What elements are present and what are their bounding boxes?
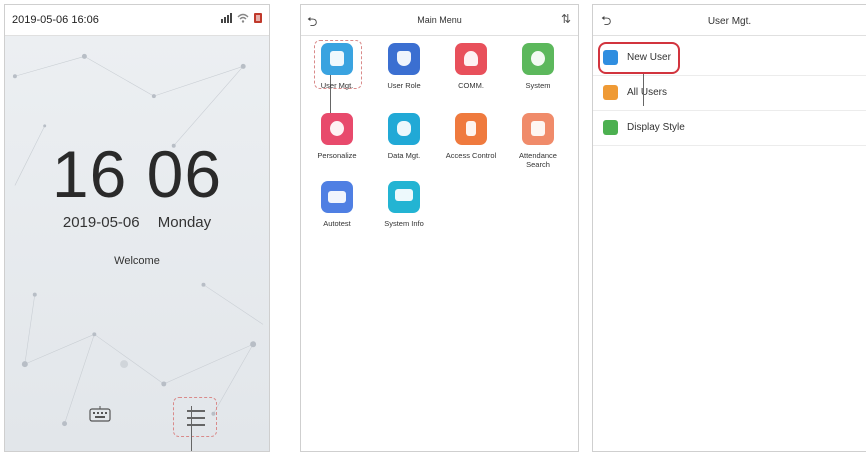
monitor-icon [388, 181, 420, 213]
menu-icon-bar [187, 424, 205, 426]
display-style-icon [603, 120, 618, 135]
date: 2019-05-06 [62, 214, 140, 231]
menu-item-label: System Info [384, 219, 424, 228]
network-pattern [12, 53, 264, 427]
menu-item-user-role[interactable]: User Role [374, 43, 434, 90]
door-icon [455, 113, 487, 145]
user-mgt-header: ⮌ User Mgt. [593, 5, 866, 36]
status-icons [221, 12, 263, 24]
user-role-icon [388, 43, 420, 75]
user-mgt-title: User Mgt. [707, 16, 752, 27]
all-users-icon [603, 85, 618, 100]
menu-item-access-control[interactable]: Access Control [441, 113, 501, 160]
wifi-icon [237, 13, 249, 23]
personalize-icon [321, 113, 353, 145]
menu-icon-bar [187, 417, 205, 419]
pointer-line [643, 74, 644, 106]
welcome-text: Welcome [114, 255, 160, 267]
menu-item-label: User Mgt. [320, 81, 354, 90]
menu-item-attendance-search[interactable]: Attendance Search [508, 113, 568, 169]
menu-item-comm[interactable]: COMM. [441, 43, 501, 90]
menu-item-label: User Role [387, 81, 421, 90]
attendance-search-icon [522, 113, 554, 145]
menu-item-data-mgt[interactable]: Data Mgt. [374, 113, 434, 160]
menu-item-label: Access Control [445, 151, 497, 160]
weekday: Monday [157, 214, 212, 231]
menu-button[interactable] [173, 397, 217, 437]
menu-icon [187, 410, 205, 412]
sort-icon[interactable]: ⇅ [561, 12, 571, 26]
pointer-line [191, 406, 192, 451]
menu-item-label: System [525, 81, 551, 90]
list-item-label: Display Style [627, 122, 685, 133]
new-user-highlight [598, 42, 680, 74]
main-menu-header: ⮌ Main Menu ⇅ [301, 5, 578, 36]
menu-item-label: COMM. [458, 81, 484, 90]
standby-background: 16 06 2019-05-06 Monday Welcome [5, 36, 269, 451]
battery-icon [254, 13, 262, 23]
menu-item-label: Personalize [317, 151, 357, 160]
menu-item-label: Autotest [323, 219, 351, 228]
menu-item-user-mgt[interactable]: User Mgt. [307, 43, 367, 90]
menu-item-personalize[interactable]: Personalize [307, 113, 367, 160]
list-item-display-style[interactable]: Display Style [593, 111, 866, 146]
user-mgt-screen: ⮌ User Mgt. New User All Users Display S… [592, 4, 866, 452]
menu-item-label: Data Mgt. [387, 151, 421, 160]
keyboard-icon[interactable] [89, 406, 111, 422]
autotest-icon [321, 181, 353, 213]
status-datetime: 2019-05-06 16:06 [12, 14, 99, 26]
menu-item-label: Attendance Search [519, 151, 557, 169]
date-line: 2019-05-06 Monday [5, 214, 269, 231]
list-item-label: All Users [627, 87, 668, 98]
gear-icon [522, 43, 554, 75]
status-bar: 2019-05-06 16:06 [5, 5, 269, 36]
clock: 16 06 [51, 137, 223, 211]
user-mgt-icon [321, 43, 353, 75]
main-menu-title: Main Menu [417, 15, 462, 25]
menu-item-autotest[interactable]: Autotest [307, 181, 367, 228]
standby-screen: 2019-05-06 16:06 16 06 2019-05-06 Monday… [4, 4, 270, 452]
menu-item-system[interactable]: System [508, 43, 568, 90]
menu-item-system-info[interactable]: System Info [374, 181, 434, 228]
list-item-all-users[interactable]: All Users [593, 76, 866, 111]
database-icon [388, 113, 420, 145]
network-icon [221, 13, 232, 23]
main-menu-screen: ⮌ Main Menu ⇅ User Mgt. User Role COMM. … [300, 4, 579, 452]
comm-icon [455, 43, 487, 75]
